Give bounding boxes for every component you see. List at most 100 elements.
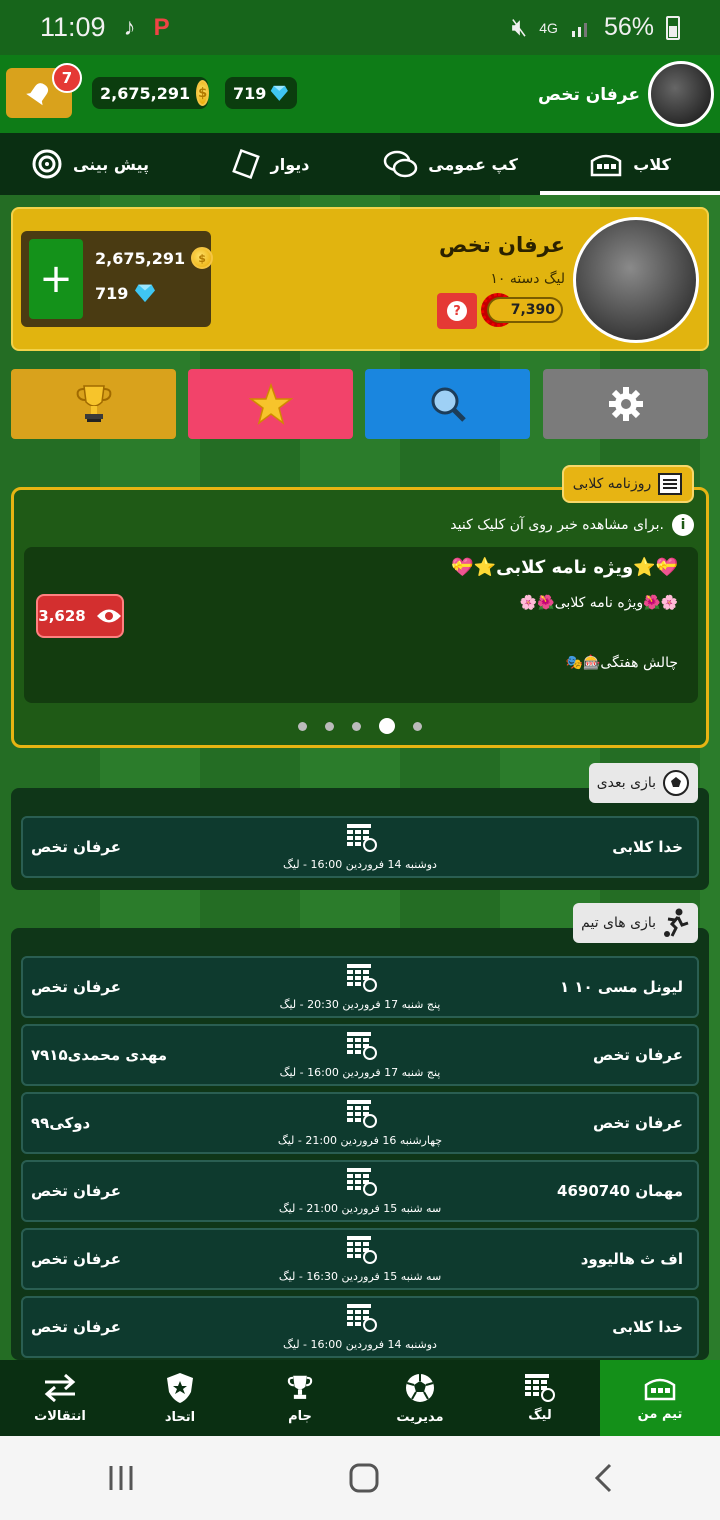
views-badge: 3,628 (36, 594, 124, 638)
coins-pill[interactable]: 2,675,291 $ (92, 77, 210, 109)
match-row[interactable]: عرفان تخص مهدی محمدی۷۹۱۵ پنج شنبه 17 فرو… (21, 1024, 699, 1086)
wallet-gems: 719 (95, 283, 129, 303)
away-team: عرفان تخص (31, 838, 121, 856)
bottom-nav: تیم من لیگ مدیریت جام اتحاد انتقالات (0, 1360, 720, 1436)
diamond-icon (271, 85, 289, 101)
carousel-dot[interactable] (413, 721, 422, 731)
match-row[interactable]: ۱ لیونل مسی ۱۰ عرفان تخص پنج شنبه 17 فرو… (21, 956, 699, 1018)
gems-value: 719 (233, 83, 267, 103)
home-team: عرفان تخص (593, 1046, 683, 1064)
news-hint: برای مشاهده خبر روی آن کلیک کنید. i (450, 514, 694, 536)
profile-name: عرفان تخص (439, 233, 565, 257)
transfer-arrows-icon (44, 1373, 76, 1402)
coin-icon: $ (191, 247, 214, 269)
back-icon[interactable] (592, 1462, 614, 1494)
match-info: دوشنبه 14 فروردین 16:00 - لیگ (283, 858, 437, 871)
tab-general-chat[interactable]: کپ عمومی (360, 133, 540, 195)
help-button[interactable]: ? (437, 293, 477, 329)
wall-card-icon (231, 149, 260, 179)
carousel-dot[interactable] (352, 721, 361, 731)
target-icon (32, 149, 62, 179)
avatar[interactable] (648, 61, 714, 127)
match-info: پنج شنبه 17 فروردین 16:00 - لیگ (279, 1066, 441, 1079)
carousel-dots[interactable] (14, 718, 706, 734)
home-team: عرفان تخص (593, 1114, 683, 1132)
away-team: دوکی۹۹ (31, 1114, 91, 1132)
tab-wall[interactable]: دیوار (180, 133, 360, 195)
signal-icon (571, 22, 587, 37)
carousel-dot-active[interactable] (379, 718, 395, 734)
tab-club[interactable]: کلاب (540, 133, 720, 195)
carousel-dot[interactable] (325, 721, 334, 731)
match-row[interactable]: مهمان 4690740 عرفان تخص سه شنبه 15 فرورد… (21, 1160, 699, 1222)
mute-icon: 🔇︎ (511, 13, 528, 41)
match-row[interactable]: اف ث هالیوود عرفان تخص سه شنبه 15 فروردی… (21, 1228, 699, 1290)
profile-avatar[interactable] (573, 217, 699, 343)
recent-apps-icon[interactable] (106, 1464, 136, 1492)
shield-star-icon (167, 1372, 193, 1403)
profile-card: + 2,675,291 $ 719 ? 7,390 عرفان تخص لیگ … (11, 207, 709, 351)
calendar-grid-icon (347, 1168, 377, 1196)
news-tag: روزنامه کلابی (562, 465, 694, 503)
calendar-grid-icon (347, 1032, 377, 1060)
trophies-button[interactable] (11, 369, 176, 439)
news-item[interactable]: 💝⭐ویژه نامه کلابی⭐💝 🌸🌺ویژه نامه کلابی🌺🌸 … (24, 547, 698, 703)
carousel-dot[interactable] (298, 721, 307, 731)
top-tabs: کلاب کپ عمومی دیوار پیش بینی (0, 133, 720, 195)
calendar-grid-icon (347, 1100, 377, 1128)
bell-icon (26, 83, 49, 106)
news-card[interactable]: روزنامه کلابی برای مشاهده خبر روی آن کلی… (11, 465, 709, 748)
tab-predictions[interactable]: پیش بینی (0, 133, 180, 195)
question-icon: ? (447, 301, 467, 321)
trophy-icon (287, 1375, 313, 1399)
home-team: خدا کلابی (612, 838, 683, 856)
music-note-icon: ♪ (123, 13, 136, 41)
notifications-button[interactable]: 7 (6, 63, 82, 118)
wallet-coins: 2,675,291 (95, 248, 186, 268)
app-notification-icon: P (153, 13, 170, 41)
search-icon (431, 387, 466, 422)
match-info: پنج شنبه 17 فروردین 20:30 - لیگ (279, 998, 441, 1011)
match-info: سه شنبه 15 فروردین 16:30 - لیگ (278, 1270, 442, 1283)
calendar-grid-icon (347, 1236, 377, 1264)
match-row[interactable]: خدا کلابی عرفان تخص دوشنبه 14 فروردین 16… (21, 1296, 699, 1358)
team-matches-tag: بازی های تیم (573, 903, 698, 943)
nav-my-team[interactable]: تیم من (600, 1360, 720, 1436)
home-team: خدا کلابی (612, 1318, 683, 1336)
gems-pill[interactable]: 719 (225, 77, 297, 109)
match-row[interactable]: خدا کلابی عرفان تخص دوشنبه 14 فروردین 16… (21, 816, 699, 878)
status-time: 11:09 (40, 12, 106, 42)
nav-management[interactable]: مدیریت (360, 1360, 480, 1436)
trophy-icon (76, 385, 111, 422)
news-title: 💝⭐ویژه نامه کلابی⭐💝 (451, 557, 678, 578)
stadium-icon (644, 1378, 676, 1400)
settings-button[interactable] (543, 369, 708, 439)
top-username: عرفان تخص (538, 85, 640, 105)
match-row[interactable]: عرفان تخص دوکی۹۹ چهارشنبه 16 فروردین 21:… (21, 1092, 699, 1154)
search-button[interactable] (365, 369, 530, 439)
home-team: مهمان 4690740 (557, 1182, 683, 1200)
diamond-icon (135, 284, 156, 303)
add-funds-button[interactable]: + (29, 239, 83, 319)
news-subtitle-2: 🎭🎰چالش هفتگی (565, 655, 678, 671)
calendar-grid-icon (347, 824, 377, 852)
xp-badge: 7,390 (487, 297, 563, 323)
next-match-tag: بازی بعدی (588, 763, 698, 803)
star-icon (248, 383, 293, 425)
wallet-panel: + 2,675,291 $ 719 (21, 231, 214, 327)
battery-icon (666, 15, 680, 40)
favorites-button[interactable] (188, 369, 353, 439)
nav-transfers[interactable]: انتقالات (0, 1360, 120, 1436)
nav-alliance[interactable]: اتحاد (120, 1360, 240, 1436)
nav-league[interactable]: لیگ (480, 1360, 600, 1436)
soccer-ball-icon (406, 1373, 434, 1402)
home-icon[interactable] (348, 1462, 380, 1494)
player-kick-icon (664, 908, 689, 937)
system-nav-bar (0, 1436, 720, 1520)
notification-count: 7 (52, 63, 82, 93)
nav-cup[interactable]: جام (240, 1360, 360, 1436)
away-team: عرفان تخص (31, 978, 121, 996)
soccer-ball-icon (663, 770, 689, 796)
next-match-panel: خدا کلابی عرفان تخص دوشنبه 14 فروردین 16… (11, 788, 709, 890)
team-matches-panel: ۱ لیونل مسی ۱۰ عرفان تخص پنج شنبه 17 فرو… (11, 928, 709, 1360)
